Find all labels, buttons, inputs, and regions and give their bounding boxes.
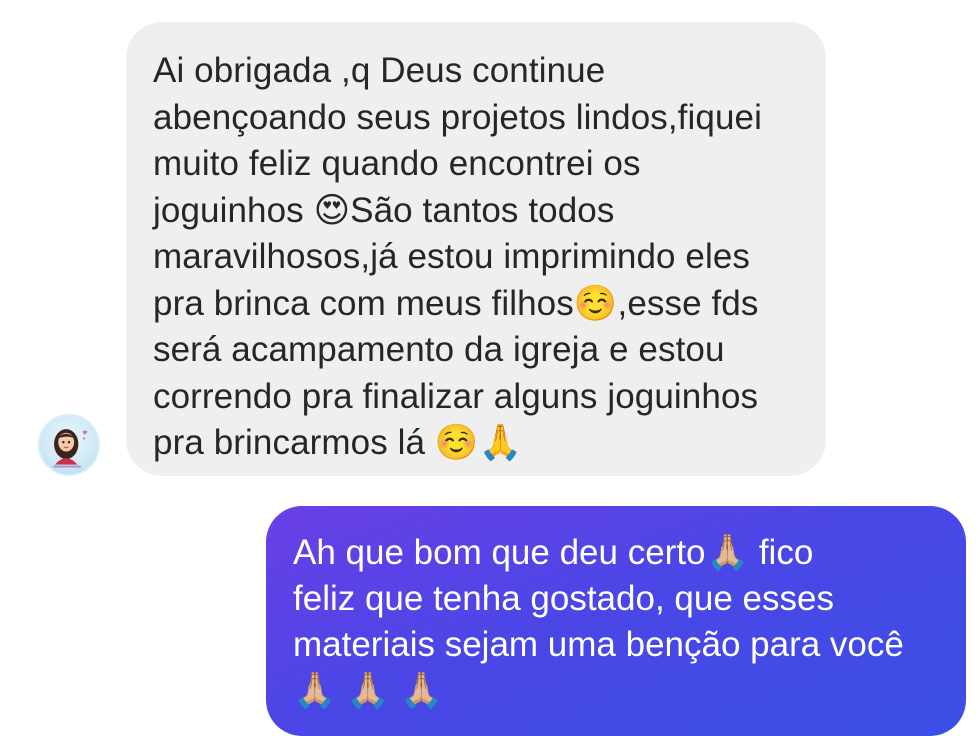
user-avatar-icon xyxy=(53,429,88,468)
outgoing-message-text: Ah que bom que deu certo🙏🏼 fico feliz qu… xyxy=(293,533,904,710)
outgoing-message-bubble[interactable]: Ah que bom que deu certo🙏🏼 fico feliz qu… xyxy=(266,506,966,736)
incoming-message-bubble[interactable]: Ai obrigada ,q Deus continue abençoando … xyxy=(126,22,826,476)
incoming-message-text: Ai obrigada ,q Deus continue abençoando … xyxy=(153,51,762,462)
message-thread: Ai obrigada ,q Deus continue abençoando … xyxy=(0,0,980,736)
sender-avatar[interactable] xyxy=(38,414,100,476)
